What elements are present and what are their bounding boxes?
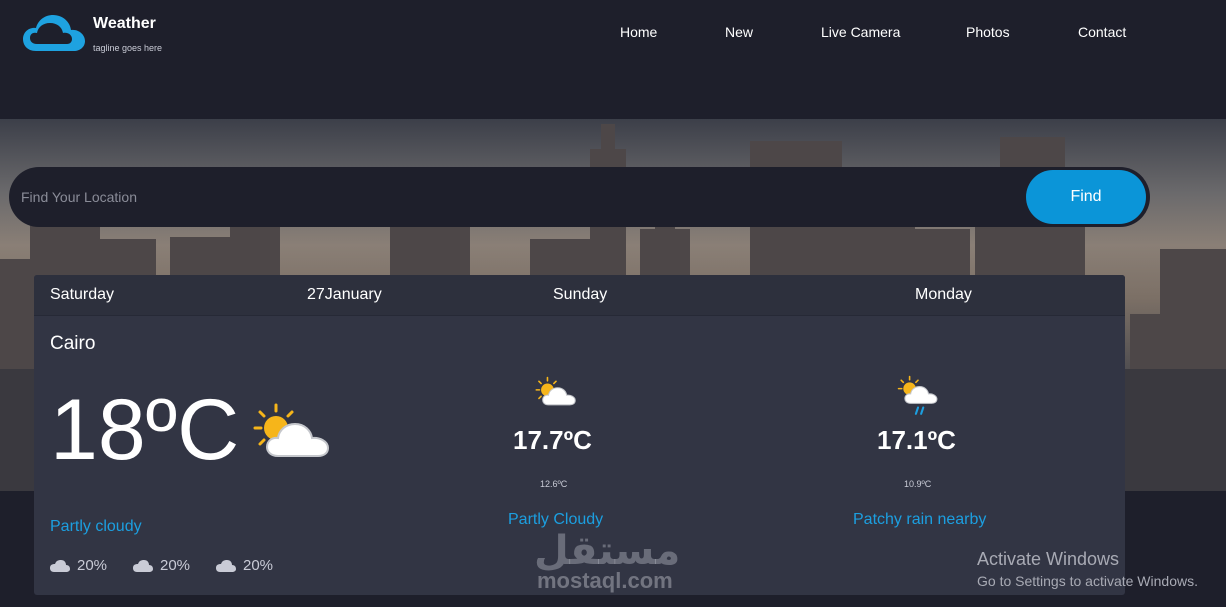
- current-condition: Partly cloudy: [50, 518, 142, 535]
- today-date-label: 27January: [307, 286, 382, 303]
- day2-label: Sunday: [553, 286, 608, 303]
- day2-min-temp: 12.6ºC: [540, 479, 568, 489]
- forecast-header: Saturday 27January Sunday Monday: [34, 275, 1125, 316]
- current-temperature: 18ºC: [50, 382, 240, 478]
- stat-value: 20%: [160, 557, 191, 574]
- day3-condition: Patchy rain nearby: [853, 511, 987, 528]
- partly-cloudy-sun-icon: [253, 403, 330, 457]
- location-search-bar: Find: [9, 167, 1150, 227]
- location-search-input[interactable]: [21, 167, 1021, 227]
- patchy-rain-icon: [897, 375, 938, 415]
- cloud-icon: [133, 560, 153, 572]
- nav-item-photos[interactable]: Photos: [966, 24, 1010, 40]
- activate-windows-subtitle: Go to Settings to activate Windows.: [977, 573, 1198, 589]
- cloud-logo-icon[interactable]: [22, 14, 86, 54]
- day3-max-temp: 17.1ºC: [877, 425, 956, 455]
- brand-title[interactable]: Weather: [93, 15, 156, 33]
- day2-max-temp: 17.7ºC: [513, 425, 592, 455]
- city-name: Cairo: [50, 333, 96, 354]
- activate-windows-title: Activate Windows: [977, 549, 1120, 569]
- stat-value: 20%: [77, 557, 108, 574]
- nav-item-new[interactable]: New: [725, 24, 753, 40]
- nav-item-home[interactable]: Home: [620, 24, 657, 40]
- today-day-label: Saturday: [50, 286, 115, 303]
- day2-condition: Partly Cloudy: [508, 511, 604, 528]
- brand-tagline: tagline goes here: [93, 43, 163, 53]
- watermark-domain: mostaql.com: [537, 568, 673, 593]
- nav-item-contact[interactable]: Contact: [1078, 24, 1126, 40]
- day3-label: Monday: [915, 286, 972, 303]
- stat-value: 20%: [243, 557, 274, 574]
- cloud-icon: [50, 560, 70, 572]
- partly-cloudy-sun-icon: [535, 376, 576, 406]
- day3-min-temp: 10.9ºC: [904, 479, 932, 489]
- find-button[interactable]: Find: [1026, 170, 1146, 224]
- nav-item-live-camera[interactable]: Live Camera: [821, 24, 900, 40]
- site-header: Weather tagline goes here Home New Live …: [0, 0, 1226, 119]
- cloud-icon: [216, 560, 236, 572]
